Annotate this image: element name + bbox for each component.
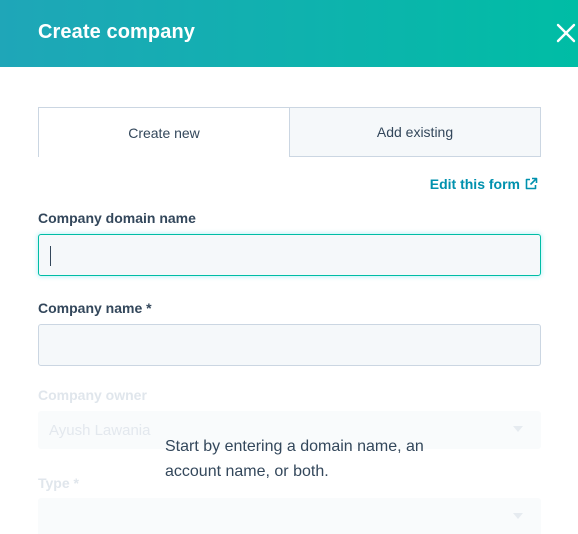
chevron-down-icon xyxy=(513,513,523,519)
tab-create-new[interactable]: Create new xyxy=(38,107,290,157)
company-owner-label: Company owner xyxy=(38,387,147,403)
create-mode-tabs: Create new Add existing xyxy=(38,107,541,157)
text-caret xyxy=(50,246,51,266)
company-name-label: Company name * xyxy=(38,300,152,316)
edit-this-form-link[interactable]: Edit this form xyxy=(430,176,538,192)
domain-hint-text: Start by entering a domain name, an acco… xyxy=(165,438,424,480)
company-domain-input[interactable] xyxy=(38,234,541,276)
chevron-down-icon xyxy=(513,426,523,432)
close-icon xyxy=(556,23,576,43)
external-link-icon xyxy=(525,177,538,190)
dialog-title: Create company xyxy=(38,21,196,43)
company-domain-label: Company domain name xyxy=(38,210,196,226)
type-select[interactable] xyxy=(38,498,541,534)
company-owner-value: Ayush Lawania xyxy=(49,422,151,439)
edit-this-form-label: Edit this form xyxy=(429,176,520,192)
tab-add-existing[interactable]: Add existing xyxy=(289,107,541,157)
company-name-input[interactable] xyxy=(38,324,541,366)
type-label: Type * xyxy=(38,475,79,491)
close-button[interactable] xyxy=(552,19,578,45)
dialog-header: Create company xyxy=(0,0,578,67)
